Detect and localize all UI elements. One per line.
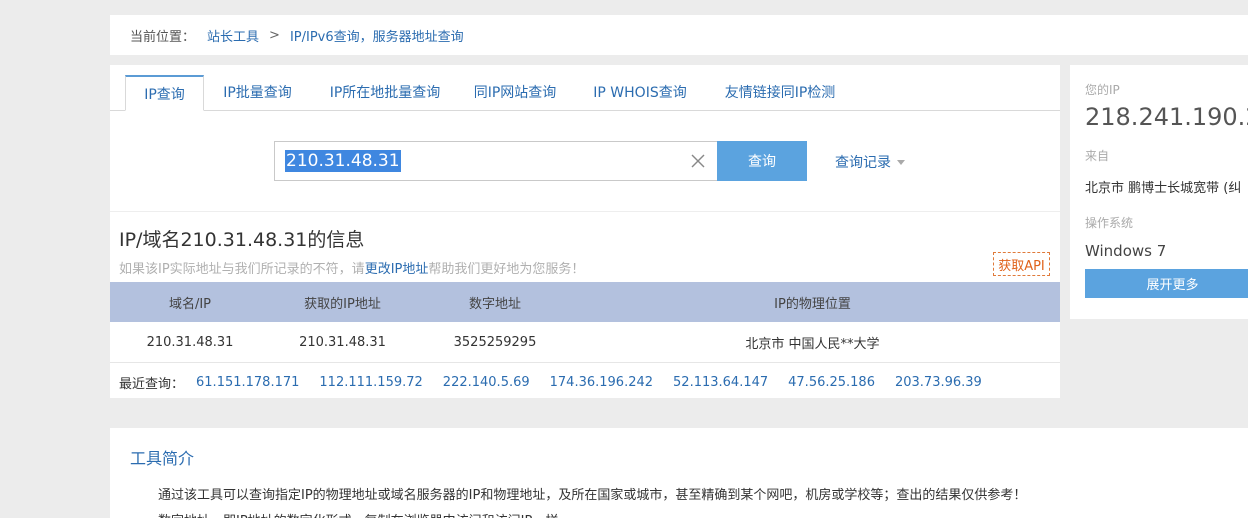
recent-ip-link[interactable]: 222.140.5.69 — [443, 375, 530, 390]
info-note: 如果该IP实际地址与我们所记录的不符，请更改IP地址帮助我们更好地为您服务！ — [119, 258, 584, 277]
intro-paragraph: 数字地址，即IP地址的数字化形式，复制在浏览器中访问和访问IP一样 — [158, 510, 558, 518]
recent-ip-link[interactable]: 47.56.25.186 — [788, 375, 875, 390]
get-api-button[interactable]: 获取API — [993, 252, 1050, 276]
your-ip-panel: 您的IP 218.241.190.20 来自 北京市 鹏博士长城宽带 (纠 操作… — [1070, 65, 1248, 319]
tab-bar: IP查询 IP批量查询 IP所在地批量查询 同IP网站查询 IP WHOIS查询… — [110, 65, 1060, 111]
recent-ip-link[interactable]: 61.151.178.171 — [196, 375, 299, 390]
change-ip-link[interactable]: 更改IP地址 — [365, 262, 429, 277]
tab-ip-batch[interactable]: IP批量查询 — [210, 75, 305, 111]
header-resolved-ip: 获取的IP地址 — [304, 296, 381, 312]
recent-ip-link[interactable]: 112.111.159.72 — [319, 375, 422, 390]
cell-resolved-ip: 210.31.48.31 — [299, 334, 386, 350]
tab-ip-query[interactable]: IP查询 — [125, 75, 204, 111]
search-section: 210.31.48.31 查询 查询记录 — [110, 111, 1060, 211]
your-ip-label: 您的IP — [1085, 83, 1120, 97]
os-label: 操作系统 — [1085, 216, 1134, 230]
ip-search-value: 210.31.48.31 — [285, 150, 401, 172]
query-history-label: 查询记录 — [835, 155, 891, 171]
tab-ip-location-batch[interactable]: IP所在地批量查询 — [320, 75, 450, 111]
breadcrumb: 当前位置： 站长工具 > IP/IPv6查询，服务器地址查询 — [110, 15, 1248, 55]
recent-queries: 最近查询： 61.151.178.171 112.111.159.72 222.… — [119, 373, 1002, 392]
info-note-suffix: 帮助我们更好地为您服务！ — [428, 262, 585, 277]
info-note-prefix: 如果该IP实际地址与我们所记录的不符，请 — [119, 262, 365, 277]
your-ip-value: 218.241.190.20 — [1085, 103, 1248, 131]
from-label: 来自 — [1085, 149, 1110, 163]
intro-title: 工具简介 — [130, 449, 195, 468]
header-domain-ip: 域名/IP — [168, 296, 212, 312]
cell-domain-ip: 210.31.48.31 — [146, 334, 234, 350]
recent-ip-link[interactable]: 52.113.64.147 — [673, 375, 768, 390]
chevron-down-icon — [897, 159, 905, 165]
table-header: 域名/IP 获取的IP地址 数字地址 IP的物理位置 — [110, 282, 1060, 322]
breadcrumb-label: 当前位置： — [130, 29, 196, 45]
ip-search-input[interactable]: 210.31.48.31 — [274, 141, 718, 181]
tab-ip-whois[interactable]: IP WHOIS查询 — [585, 75, 695, 111]
breadcrumb-current-link[interactable]: IP/IPv6查询，服务器地址查询 — [290, 26, 464, 45]
query-button[interactable]: 查询 — [717, 141, 807, 181]
breadcrumb-home-link[interactable]: 站长工具 — [207, 26, 259, 45]
recent-queries-label: 最近查询： — [119, 377, 185, 392]
info-title: IP/域名210.31.48.31的信息 — [119, 229, 365, 251]
tool-intro: 工具简介 通过该工具可以查询指定IP的物理地址或域名服务器的IP和物理地址，及所… — [110, 428, 1248, 518]
recent-ip-link[interactable]: 174.36.196.242 — [550, 375, 653, 390]
breadcrumb-separator: > — [269, 27, 280, 43]
intro-paragraph: 通过该工具可以查询指定IP的物理地址或域名服务器的IP和物理地址，及所在国家或城… — [158, 488, 1027, 503]
header-physical-location: IP的物理位置 — [774, 296, 851, 312]
cell-numeric-address: 3525259295 — [453, 334, 537, 350]
os-value: Windows 7 — [1085, 242, 1167, 260]
recent-ip-link[interactable]: 203.73.96.39 — [895, 375, 982, 390]
query-history-dropdown[interactable]: 查询记录 — [835, 152, 905, 172]
tab-same-ip-sites[interactable]: 同IP网站查询 — [465, 75, 565, 111]
table-row: 210.31.48.31 210.31.48.31 3525259295 北京市… — [110, 322, 1060, 363]
cell-physical-location: 北京市 中国人民**大学 — [745, 336, 880, 352]
clear-icon[interactable] — [689, 152, 707, 170]
tab-friend-link-check[interactable]: 友情链接同IP检测 — [715, 75, 845, 111]
expand-more-button[interactable]: 展开更多 — [1085, 269, 1248, 298]
header-numeric-address: 数字地址 — [468, 296, 521, 312]
main-panel: IP查询 IP批量查询 IP所在地批量查询 同IP网站查询 IP WHOIS查询… — [110, 65, 1060, 398]
section-divider — [110, 211, 1060, 212]
from-value: 北京市 鹏博士长城宽带 (纠 — [1085, 181, 1242, 196]
